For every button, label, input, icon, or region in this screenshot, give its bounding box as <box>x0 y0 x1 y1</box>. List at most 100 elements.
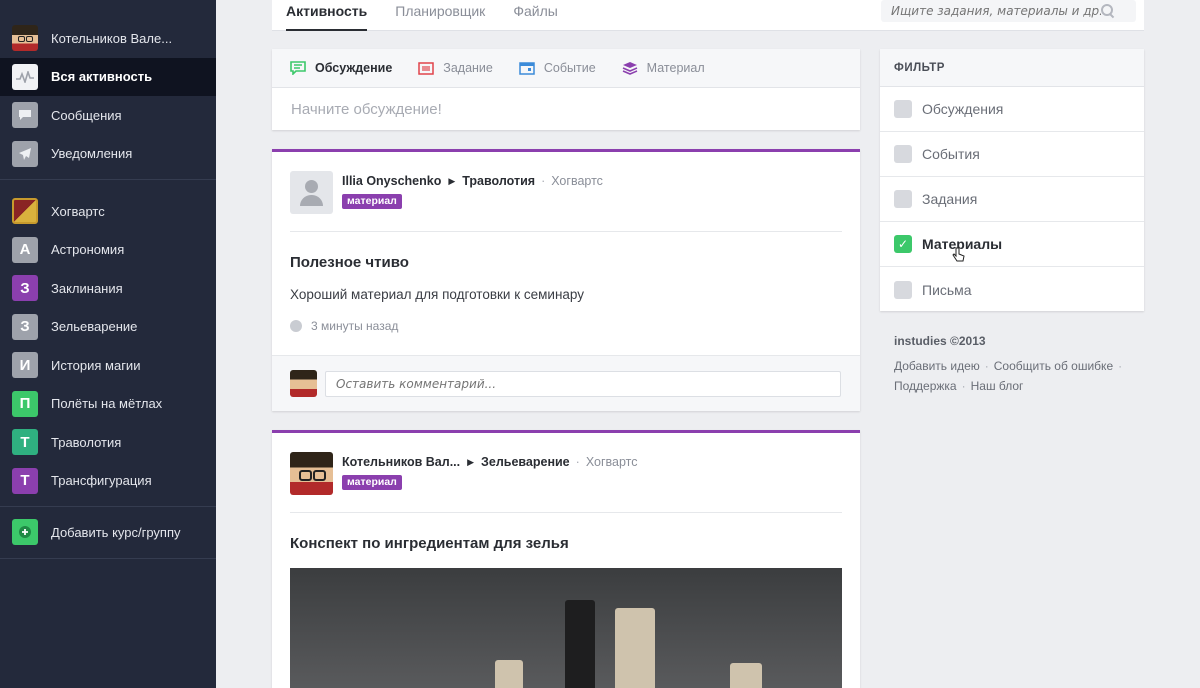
filter-label: Обсуждения <box>922 101 1004 117</box>
sidebar-course-potions[interactable]: З Зельеварение <box>0 308 216 347</box>
post-group[interactable]: Хогвартс <box>551 174 603 188</box>
composer-tab-material[interactable]: Материал <box>622 61 705 75</box>
add-course-label: Добавить курс/группу <box>51 524 181 540</box>
post-title[interactable]: Конспект по ингредиентам для зелья <box>272 513 860 552</box>
sidebar-divider <box>0 557 216 559</box>
link-blog[interactable]: Наш блог <box>971 379 1024 393</box>
feed-post: Котельников Вал... ▶ Зельеварение · Хогв… <box>272 430 860 688</box>
material-badge: материал <box>342 475 402 490</box>
post-time-text: 3 минуты назад <box>311 319 399 333</box>
filter-events[interactable]: События <box>880 132 1144 177</box>
post-group[interactable]: Хогвартс <box>586 455 638 469</box>
checkbox[interactable] <box>894 280 912 299</box>
sidebar-item-label: Хогвартс <box>51 203 105 219</box>
composer-tab-task[interactable]: Задание <box>418 61 493 75</box>
sidebar-item-label: Вся активность <box>51 69 153 85</box>
search-icon[interactable] <box>1101 4 1115 18</box>
post-text: Хороший материал для подготовки к семина… <box>290 287 585 302</box>
post-composer: Обсуждение Задание Событие Материал Начн… <box>272 49 860 130</box>
post-course[interactable]: Траволотия <box>462 174 535 188</box>
sidebar-item-all-activity[interactable]: Вся активность <box>0 57 216 96</box>
search-box <box>881 0 1136 22</box>
sidebar: Котельников Вале... Вся активность Сообщ… <box>0 0 216 688</box>
filter-materials[interactable]: ✓ Материалы <box>880 222 1144 267</box>
link-add-idea[interactable]: Добавить идею <box>894 359 980 373</box>
filter-discussions[interactable]: Обсуждения <box>880 87 1144 132</box>
sidebar-course-history-of-magic[interactable]: И История магии <box>0 346 216 385</box>
message-icon <box>12 102 38 129</box>
top-tabs-bar: Активность Планировщик Файлы <box>272 0 1144 31</box>
discussion-input[interactable]: Начните обсуждение! <box>272 88 860 130</box>
cork-shape <box>495 660 523 688</box>
filter-tasks[interactable]: Задания <box>880 177 1144 222</box>
composer-tab-event[interactable]: Событие <box>519 61 596 75</box>
sidebar-course-transfiguration[interactable]: Т Трансфигурация <box>0 462 216 501</box>
arrow-right-icon: ▶ <box>467 456 475 467</box>
sidebar-item-messages[interactable]: Сообщения <box>0 96 216 135</box>
course-letter-icon: Т <box>12 429 38 456</box>
link-report-bug[interactable]: Сообщить об ошибке <box>994 359 1113 373</box>
avatar[interactable] <box>290 452 333 495</box>
link-support[interactable]: Поддержка <box>894 379 957 393</box>
user-avatar <box>12 25 38 52</box>
composer-tab-label: Обсуждение <box>315 61 393 75</box>
avatar[interactable] <box>290 171 333 214</box>
sidebar-item-label: Уведомления <box>51 146 133 162</box>
sidebar-user-name: Котельников Вале... <box>51 30 173 46</box>
paper-plane-icon <box>12 140 38 167</box>
filter-label: События <box>922 146 980 162</box>
composer-tab-label: Материал <box>646 61 705 75</box>
composer-tabs: Обсуждение Задание Событие Материал <box>272 49 860 88</box>
post-meta: Котельников Вал... ▶ Зельеварение · Хогв… <box>342 452 638 495</box>
post-title[interactable]: Полезное чтиво <box>272 232 860 271</box>
sidebar-item-label: Астрономия <box>51 242 125 258</box>
sidebar-divider <box>0 506 216 507</box>
sidebar-item-label: Зельеварение <box>51 319 138 335</box>
sidebar-group-hogwarts[interactable]: Хогвартс <box>0 192 216 231</box>
tab-activity[interactable]: Активность <box>286 0 368 31</box>
arrow-right-icon: ▶ <box>448 175 456 186</box>
filter-letters[interactable]: Письма <box>880 267 1144 312</box>
add-course-button[interactable]: Добавить курс/группу <box>0 513 216 552</box>
sidebar-user[interactable]: Котельников Вале... <box>0 19 216 58</box>
comment-input[interactable] <box>325 370 841 397</box>
sidebar-course-broom-flying[interactable]: П Полёты на мётлах <box>0 385 216 424</box>
copyright: instudies ©2013 <box>894 334 986 348</box>
cork-shape <box>615 608 655 688</box>
checkbox[interactable] <box>894 145 912 163</box>
composer-tab-discussion[interactable]: Обсуждение <box>290 61 393 76</box>
course-letter-icon: И <box>12 352 38 379</box>
post-header: Illia Onyschenko ▶ Траволотия · Хогвартс… <box>272 152 860 214</box>
checkbox-checked[interactable]: ✓ <box>894 235 912 253</box>
tab-files[interactable]: Файлы <box>513 0 557 31</box>
post-course[interactable]: Зельеварение <box>481 455 570 469</box>
post-header: Котельников Вал... ▶ Зельеварение · Хогв… <box>272 433 860 495</box>
post-author[interactable]: Котельников Вал... <box>342 455 460 469</box>
material-badge: материал <box>342 194 402 209</box>
avatar <box>290 370 317 397</box>
sidebar-course-herbology[interactable]: Т Траволотия <box>0 423 216 462</box>
post-image[interactable] <box>290 568 842 688</box>
chat-icon <box>290 61 306 76</box>
sidebar-course-astronomy[interactable]: А Астрономия <box>0 231 216 270</box>
crest-icon <box>12 198 38 225</box>
sidebar-item-label: История магии <box>51 357 141 373</box>
post-author[interactable]: Illia Onyschenko <box>342 174 441 188</box>
post-meta: Illia Onyschenko ▶ Траволотия · Хогвартс… <box>342 171 603 214</box>
course-letter-icon: А <box>12 236 38 263</box>
tab-planner[interactable]: Планировщик <box>395 0 485 31</box>
checkbox[interactable] <box>894 100 912 118</box>
feed-post: Illia Onyschenko ▶ Траволотия · Хогвартс… <box>272 149 860 411</box>
checkbox[interactable] <box>894 190 912 208</box>
search-input[interactable] <box>881 4 1101 18</box>
separator-dot: · <box>961 379 966 393</box>
filter-title: ФИЛЬТР <box>880 49 1144 87</box>
sidebar-course-spells[interactable]: З Заклинания <box>0 269 216 308</box>
sidebar-item-notifications[interactable]: Уведомления <box>0 135 216 174</box>
separator-dot: · <box>575 455 580 469</box>
separator-dot: · <box>541 174 546 188</box>
sidebar-item-label: Трансфигурация <box>51 473 152 489</box>
sidebar-item-label: Траволотия <box>51 434 122 450</box>
separator-dot: · <box>984 359 989 373</box>
filter-label: Письма <box>922 281 972 298</box>
